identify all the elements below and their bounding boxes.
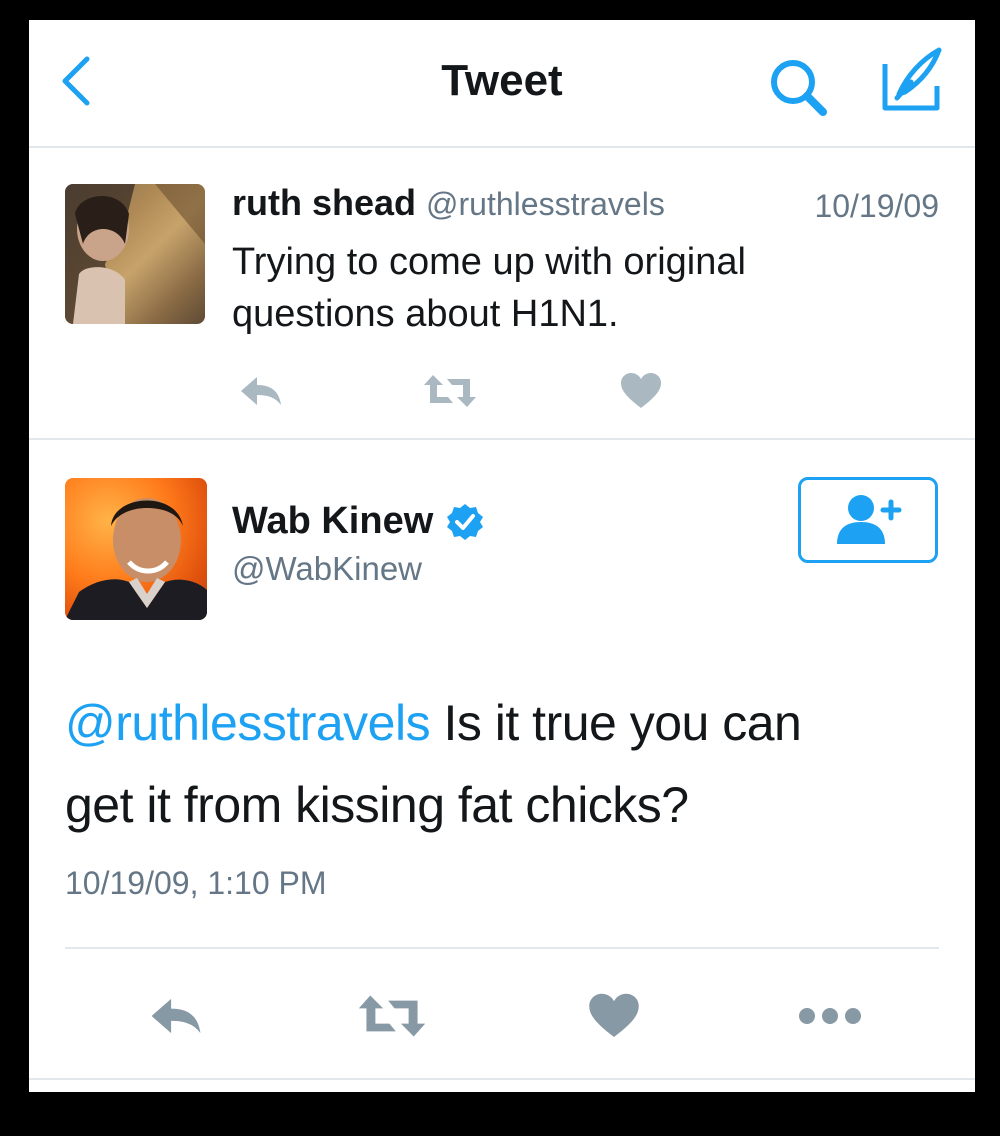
retweet-icon — [358, 995, 426, 1037]
like-button[interactable] — [582, 988, 646, 1044]
tweet-text: Trying to come up with original question… — [232, 236, 912, 340]
tweet-actions — [232, 366, 732, 416]
tweet-text-segment: Is it true you can — [430, 695, 802, 751]
follow-button[interactable] — [798, 477, 938, 563]
tweet-text-line: @ruthlesstravels Is it true you can — [65, 682, 945, 764]
heart-icon — [589, 993, 639, 1038]
quoted-tweet[interactable]: ruth shead @ruthlesstravels 10/19/09 Tryi… — [29, 148, 975, 440]
tweet-actions — [29, 988, 975, 1044]
more-options-button[interactable] — [795, 988, 865, 1044]
mention-link[interactable]: @ruthlesstravels — [65, 695, 431, 751]
tweet-text: @ruthlesstravels Is it true you can get … — [65, 682, 945, 846]
heart-icon — [621, 373, 661, 408]
like-button[interactable] — [616, 366, 666, 416]
tweet-text-line: questions about H1N1. — [232, 293, 619, 335]
author-handle[interactable]: @WabKinew — [232, 550, 422, 588]
tweet-date: 10/19/09 — [814, 188, 939, 224]
compose-icon — [882, 47, 942, 111]
retweet-icon — [424, 375, 476, 407]
divider — [29, 1078, 975, 1080]
search-icon — [771, 60, 827, 116]
compose-button[interactable] — [877, 46, 945, 114]
nav-header: Tweet — [29, 20, 975, 148]
tweet-text-line: get it from kissing fat chicks? — [65, 777, 689, 833]
author-handle[interactable]: @ruthlesstravels — [426, 186, 665, 222]
reply-icon — [151, 998, 201, 1034]
reply-icon — [241, 377, 281, 405]
quoted-tweet-header: ruth shead @ruthlesstravels — [232, 182, 665, 224]
author-name[interactable]: ruth shead — [232, 182, 416, 223]
avatar[interactable] — [65, 478, 207, 620]
retweet-button[interactable] — [422, 366, 478, 416]
reply-button[interactable] — [143, 988, 209, 1044]
profile-photo-icon — [65, 184, 205, 324]
add-user-icon — [837, 495, 902, 544]
reply-button[interactable] — [236, 366, 286, 416]
profile-photo-icon — [65, 498, 207, 620]
more-dots-icon — [799, 1008, 861, 1024]
search-button[interactable] — [767, 56, 831, 120]
tweet-detail-screen: Tweet ruth shead @ruthlesstravels 10/19/… — [29, 20, 975, 1092]
tweet-text-line: Trying to come up with original — [232, 241, 746, 283]
retweet-button[interactable] — [357, 988, 427, 1044]
verified-badge-icon — [447, 503, 484, 540]
avatar[interactable] — [65, 184, 205, 324]
page-title: Tweet — [441, 56, 563, 105]
author-name[interactable]: Wab Kinew — [232, 500, 485, 543]
tweet-timestamp: 10/19/09, 1:10 PM — [65, 865, 327, 901]
divider — [65, 947, 939, 949]
author-name-text: Wab Kinew — [232, 500, 434, 542]
